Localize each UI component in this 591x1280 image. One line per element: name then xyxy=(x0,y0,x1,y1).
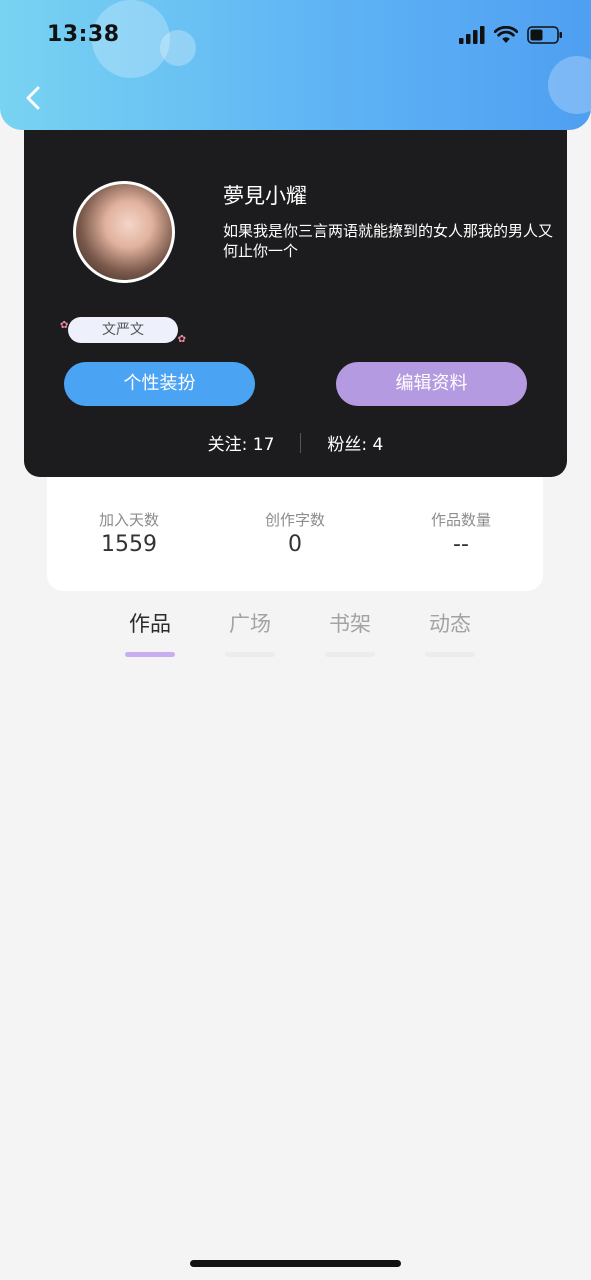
stat-join-days: 加入天数 1559 xyxy=(54,509,204,557)
tab-label: 动态 xyxy=(429,612,471,636)
tab-label: 书架 xyxy=(329,612,371,636)
user-badge: ✿ 文严文 ✿ xyxy=(60,317,186,345)
battery-icon xyxy=(527,26,562,44)
badge-label: 文严文 xyxy=(102,322,144,338)
tab-indicator xyxy=(325,652,375,657)
profile-card: 夢見小耀 如果我是你三言两语就能撩到的女人那我的男人又何止你一个 ✿ 文严文 ✿… xyxy=(24,130,567,477)
following-count: 17 xyxy=(252,435,275,455)
avatar[interactable] xyxy=(73,181,175,283)
stats-card: 加入天数 1559 创作字数 0 作品数量 -- xyxy=(47,477,543,591)
stat-word-count: 创作字数 0 xyxy=(220,509,370,557)
home-indicator[interactable] xyxy=(190,1260,401,1267)
top-header: 13:38 xyxy=(0,0,591,130)
stat-label: 加入天数 xyxy=(98,511,159,529)
wifi-icon xyxy=(494,26,518,43)
flower-decor-icon: ✿ xyxy=(60,320,69,331)
tab-works[interactable]: 作品 xyxy=(100,608,200,657)
following-link[interactable]: 关注: 17 xyxy=(208,430,275,455)
stat-value: -- xyxy=(453,532,469,557)
tab-bookshelf[interactable]: 书架 xyxy=(300,608,400,657)
following-label: 关注: xyxy=(207,435,248,455)
follow-stats: 关注: 17 粉丝: 4 xyxy=(24,430,567,455)
divider xyxy=(300,432,302,453)
fans-link[interactable]: 粉丝: 4 xyxy=(327,430,383,455)
tab-label: 作品 xyxy=(129,612,171,636)
stat-label: 作品数量 xyxy=(430,511,491,529)
edit-profile-button[interactable]: 编辑资料 xyxy=(336,362,527,406)
chevron-left-icon xyxy=(26,86,40,110)
tab-indicator xyxy=(425,652,475,657)
decor-bubble xyxy=(548,56,591,114)
fans-label: 粉丝: xyxy=(327,435,368,455)
stat-value: 0 xyxy=(288,532,302,557)
tab-indicator xyxy=(225,652,275,657)
signal-icon xyxy=(459,26,485,44)
stat-label: 创作字数 xyxy=(264,511,325,529)
tab-label: 广场 xyxy=(229,612,271,636)
fans-count: 4 xyxy=(372,435,384,455)
stat-works-count: 作品数量 -- xyxy=(386,509,536,557)
flower-decor-icon: ✿ xyxy=(177,334,186,345)
status-time: 13:38 xyxy=(47,22,120,47)
tab-indicator xyxy=(125,652,175,657)
user-bio: 如果我是你三言两语就能撩到的女人那我的男人又何止你一个 xyxy=(223,222,554,260)
tab-square[interactable]: 广场 xyxy=(200,608,300,657)
status-icons xyxy=(459,26,563,44)
username: 夢見小耀 xyxy=(223,184,307,208)
decor-bubble xyxy=(160,30,196,66)
back-button[interactable] xyxy=(16,80,52,116)
tab-activity[interactable]: 动态 xyxy=(400,608,500,657)
dress-up-button[interactable]: 个性装扮 xyxy=(64,362,255,406)
content-tabs: 作品 广场 书架 动态 xyxy=(100,608,500,657)
stat-value: 1559 xyxy=(101,532,157,557)
